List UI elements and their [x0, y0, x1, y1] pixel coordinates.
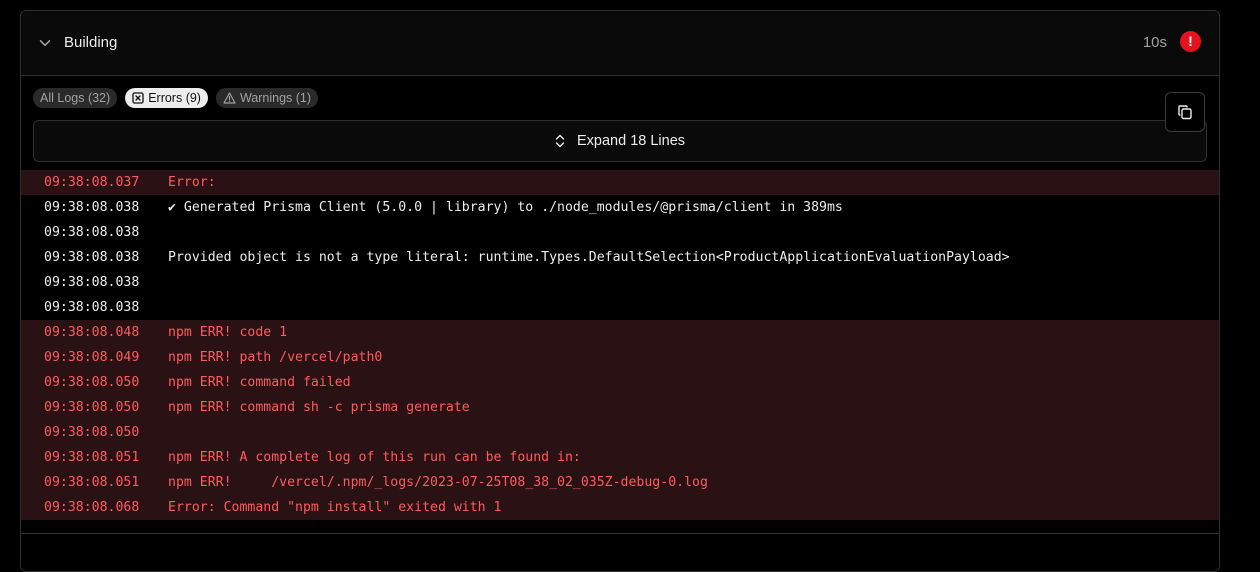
- log-line-error: 09:38:08.051 npm ERR! /vercel/.npm/_logs/…: [21, 470, 1219, 495]
- filter-warnings-label: Warnings (1): [239, 91, 312, 105]
- filter-warnings[interactable]: Warnings (1): [215, 88, 319, 108]
- expand-lines-label: Expand 18 Lines: [576, 133, 686, 149]
- filter-all-logs-label: All Logs (32): [40, 91, 111, 105]
- log-filter-tabs: All Logs (32) Errors (9) Warnings (1): [33, 88, 319, 108]
- x-square-icon: [132, 92, 144, 104]
- log-timestamp: 09:38:08.038: [44, 275, 140, 290]
- log-timestamp: 09:38:08.048: [44, 325, 140, 340]
- log-message: npm ERR! path /vercel/path0: [168, 350, 383, 365]
- panel-divider: [21, 533, 1219, 534]
- log-message: npm ERR! command failed: [168, 375, 351, 390]
- expand-vertical-icon: [555, 134, 565, 148]
- build-log-panel: Building 10s ! All Logs (32) Errors (9) …: [20, 10, 1220, 572]
- log-timestamp: 09:38:08.068: [44, 500, 140, 515]
- log-timestamp: 09:38:08.038: [44, 250, 140, 265]
- step-title: Building: [64, 34, 118, 51]
- log-message: Provided object is not a type literal: r…: [168, 250, 1010, 265]
- log-line-error: 09:38:08.048 npm ERR! code 1: [21, 320, 1219, 345]
- log-line-error: 09:38:08.037 Error:: [21, 170, 1219, 195]
- log-message: Error: Command "npm install" exited with…: [168, 500, 502, 515]
- log-timestamp: 09:38:08.038: [44, 225, 140, 240]
- log-line-error: 09:38:08.068 Error: Command "npm install"…: [21, 495, 1219, 520]
- log-message: npm ERR! A complete log of this run can …: [168, 450, 581, 465]
- log-line-error: 09:38:08.050: [21, 420, 1219, 445]
- log-line: 09:38:08.038: [21, 220, 1219, 245]
- log-message: npm ERR! command sh -c prisma generate: [168, 400, 470, 415]
- log-line-error: 09:38:08.050 npm ERR! command failed: [21, 370, 1219, 395]
- chevron-down-icon[interactable]: [39, 37, 51, 49]
- log-timestamp: 09:38:08.050: [44, 375, 140, 390]
- log-line-error: 09:38:08.050 npm ERR! command sh -c prism…: [21, 395, 1219, 420]
- step-duration: 10s: [1142, 34, 1167, 51]
- filter-errors[interactable]: Errors (9): [125, 88, 208, 108]
- log-line: 09:38:08.038 ✔ Generated Prisma Client (5…: [21, 195, 1219, 220]
- build-step-header[interactable]: Building 10s !: [21, 11, 1219, 76]
- log-message: npm ERR! /vercel/.npm/_logs/2023-07-25T0…: [168, 475, 708, 490]
- log-line: 09:38:08.038: [21, 295, 1219, 320]
- log-line-error: 09:38:08.049 npm ERR! path /vercel/path0: [21, 345, 1219, 370]
- log-timestamp: 09:38:08.050: [44, 400, 140, 415]
- log-message: npm ERR! code 1: [168, 325, 288, 340]
- log-output: 09:38:08.037 Error: 09:38:08.038 ✔ Generate…: [21, 170, 1219, 520]
- log-line-error: 09:38:08.051 npm ERR! A complete log of t…: [21, 445, 1219, 470]
- log-timestamp: 09:38:08.037: [44, 175, 140, 190]
- log-message: ✔ Generated Prisma Client (5.0.0 | libra…: [168, 200, 843, 215]
- log-timestamp: 09:38:08.038: [44, 200, 140, 215]
- log-message: Error:: [168, 175, 216, 190]
- log-timestamp: 09:38:08.038: [44, 300, 140, 315]
- copy-icon: [1178, 105, 1192, 120]
- copy-logs-button[interactable]: [1165, 92, 1205, 132]
- filter-errors-label: Errors (9): [148, 91, 201, 105]
- log-timestamp: 09:38:08.051: [44, 450, 140, 465]
- filter-all-logs[interactable]: All Logs (32): [33, 88, 118, 108]
- expand-lines-button[interactable]: Expand 18 Lines: [33, 120, 1207, 162]
- log-timestamp: 09:38:08.049: [44, 350, 140, 365]
- log-line: 09:38:08.038 Provided object is not a typ…: [21, 245, 1219, 270]
- warning-triangle-icon: [223, 92, 236, 104]
- log-timestamp: 09:38:08.050: [44, 425, 140, 440]
- log-line: 09:38:08.038: [21, 270, 1219, 295]
- error-status-icon: !: [1180, 31, 1201, 52]
- log-timestamp: 09:38:08.051: [44, 475, 140, 490]
